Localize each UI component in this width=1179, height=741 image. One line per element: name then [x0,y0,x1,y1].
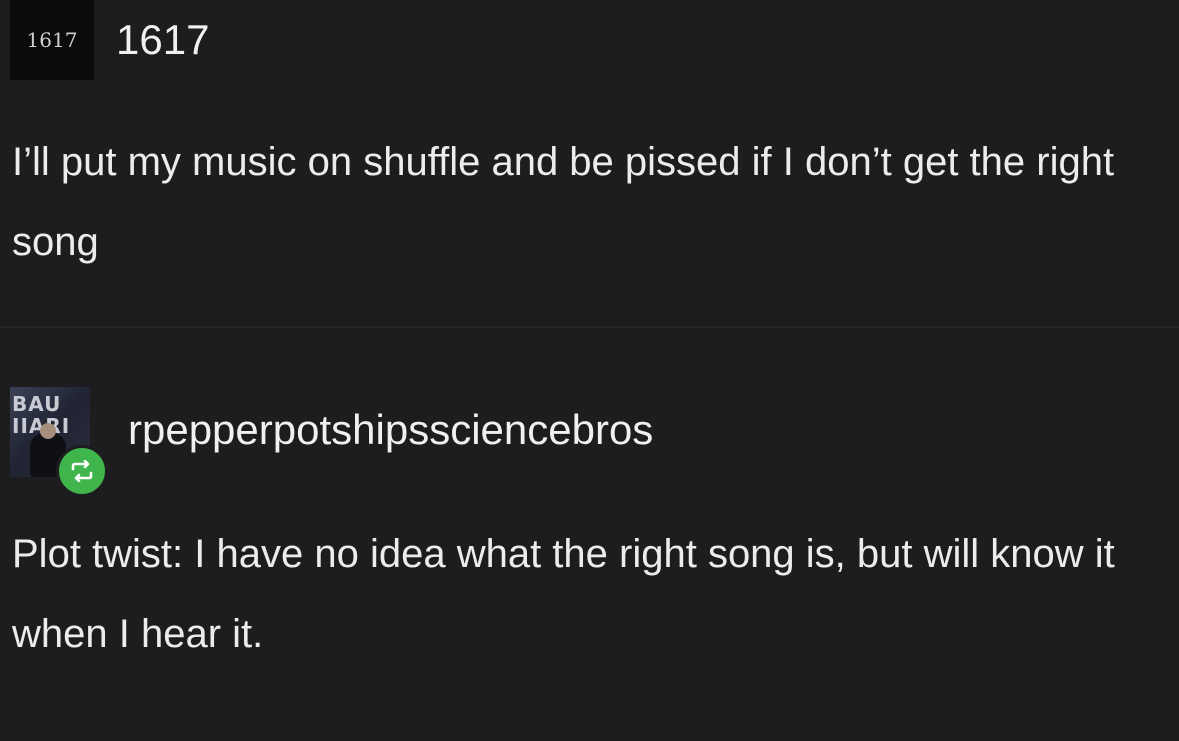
avatar-letters-line1: BAU [12,392,62,416]
reblog-avatar[interactable]: BAU IIARI [10,387,108,497]
reblog-icon [56,445,108,497]
post-body-text: I’ll put my music on shuffle and be piss… [12,140,1115,264]
reblog-header: BAU IIARI rpepperpotshipssciencebros [10,384,653,497]
reblog-body-text: Plot twist: I have no idea what the righ… [12,532,1115,656]
post-username[interactable]: 1617 [116,16,209,64]
avatar[interactable]: 1617 [10,0,94,80]
avatar-photo-face [40,423,56,439]
original-post-header: 1617 1617 [10,0,209,80]
post-divider [0,326,1179,328]
reblog-username[interactable]: rpepperpotshipssciencebros [128,406,653,454]
avatar-logo-text: 1617 [26,28,78,52]
